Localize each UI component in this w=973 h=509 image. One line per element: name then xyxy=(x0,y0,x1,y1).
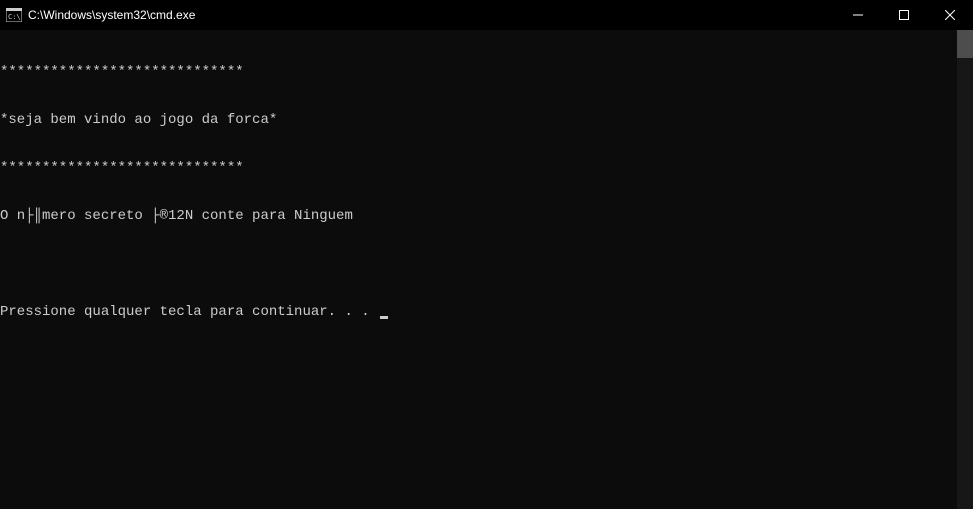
cmd-icon: C:\ xyxy=(6,8,22,22)
vertical-scrollbar[interactable] xyxy=(957,30,973,509)
console-line: O n├║mero secreto ├®12N conte para Ningu… xyxy=(0,208,957,224)
titlebar: C:\ C:\Windows\system32\cmd.exe xyxy=(0,0,973,30)
console-line: ***************************** xyxy=(0,64,957,80)
console-line xyxy=(0,256,957,272)
scrollbar-thumb[interactable] xyxy=(957,30,973,58)
prompt-line: Pressione qualquer tecla para continuar.… xyxy=(0,304,957,320)
console-line: *seja bem vindo ao jogo da forca* xyxy=(0,112,957,128)
titlebar-left: C:\ C:\Windows\system32\cmd.exe xyxy=(0,8,195,22)
console-line: ***************************** xyxy=(0,160,957,176)
console-content[interactable]: ***************************** *seja bem … xyxy=(0,30,957,509)
window-title: C:\Windows\system32\cmd.exe xyxy=(28,8,195,22)
maximize-button[interactable] xyxy=(881,0,927,30)
minimize-button[interactable] xyxy=(835,0,881,30)
console-line: Pressione qualquer tecla para continuar.… xyxy=(0,304,378,320)
window-controls xyxy=(835,0,973,30)
close-button[interactable] xyxy=(927,0,973,30)
cursor xyxy=(380,316,388,319)
svg-text:C:\: C:\ xyxy=(8,13,21,21)
console-area: ***************************** *seja bem … xyxy=(0,30,973,509)
